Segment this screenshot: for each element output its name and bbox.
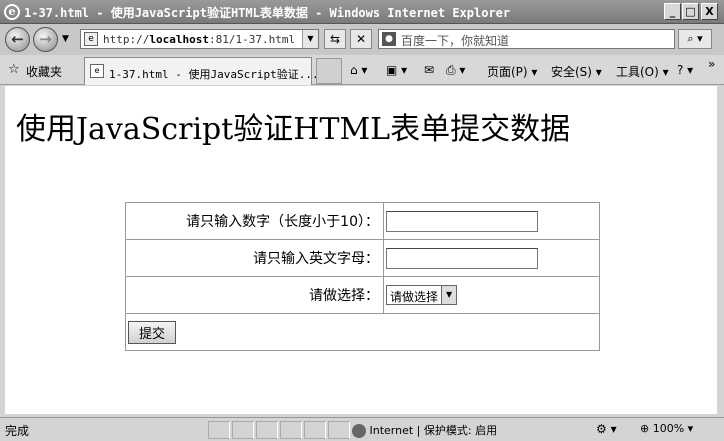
safety-menu[interactable]: 安全(S) ▾: [551, 63, 602, 80]
page-menu[interactable]: 页面(P) ▾: [487, 63, 537, 80]
chevron-down-icon[interactable]: ▼: [441, 286, 457, 304]
favorites-bar: ☆ 收藏夹 e 1-37.html - 使用JavaScript验证... ⌂ …: [0, 55, 724, 85]
page-content: 使用JavaScript验证HTML表单提交数据 请只输入数字（长度小于10）：…: [5, 86, 717, 414]
letters-label: 请只输入英文字母：: [125, 239, 384, 277]
mail-icon[interactable]: ✉: [424, 63, 434, 77]
refresh-icon[interactable]: ⇆: [324, 29, 346, 49]
status-segment: [208, 421, 230, 439]
favorites-button[interactable]: 收藏夹: [26, 63, 62, 80]
forward-arrow-icon[interactable]: →: [33, 27, 58, 52]
letters-input[interactable]: [386, 247, 538, 269]
home-icon[interactable]: ⌂ ▾: [350, 63, 367, 77]
security-settings-icon[interactable]: ⚙ ▾: [596, 422, 617, 436]
feed-icon[interactable]: ▣ ▾: [386, 63, 407, 77]
form-row-letters: 请只输入英文字母：: [125, 239, 600, 277]
page-title: 使用JavaScript验证HTML表单提交数据: [16, 112, 571, 147]
choice-select[interactable]: 请做选择 ▼: [386, 285, 458, 305]
baidu-icon: ●: [382, 32, 396, 46]
submit-button[interactable]: 提交: [128, 320, 177, 344]
close-button[interactable]: X: [701, 3, 718, 20]
number-input[interactable]: [386, 210, 538, 232]
back-arrow-icon[interactable]: ←: [5, 27, 30, 52]
address-toolbar: ← → ▼ e http://localhost:81/1-37.html ▼ …: [0, 24, 724, 55]
security-zone[interactable]: Internet | 保护模式: 启用: [352, 422, 497, 438]
status-segment: [232, 421, 254, 439]
form-row-number: 请只输入数字（长度小于10）：: [125, 202, 600, 240]
status-segment: [304, 421, 326, 439]
search-placeholder: 百度一下，你就知道: [401, 34, 510, 48]
help-icon[interactable]: ? ▾: [677, 63, 693, 77]
address-url[interactable]: http://localhost:81/1-37.html: [103, 33, 295, 46]
form-row-choice: 请做选择： 请做选择 ▼: [125, 276, 600, 314]
page-icon: e: [90, 64, 104, 78]
choice-label: 请做选择：: [125, 276, 384, 314]
zone-label: Internet | 保护模式: 启用: [369, 424, 498, 437]
window-title: 1-37.html - 使用JavaScript验证HTML表单数据 - Win…: [24, 6, 511, 20]
tab-current[interactable]: e 1-37.html - 使用JavaScript验证...: [84, 57, 319, 85]
zoom-level: 100%: [652, 422, 685, 435]
status-text: 完成: [5, 424, 30, 438]
search-input[interactable]: ● 百度一下，你就知道: [378, 29, 675, 49]
star-icon[interactable]: ☆: [8, 62, 20, 77]
page-icon: e: [84, 32, 98, 46]
globe-icon: [352, 424, 366, 438]
address-dropdown-icon[interactable]: ▼: [302, 30, 318, 48]
address-input[interactable]: e http://localhost:81/1-37.html ▼: [80, 29, 319, 49]
tab-label: 1-37.html - 使用JavaScript验证...: [109, 68, 319, 81]
search-icon[interactable]: ⌕ ▾: [678, 29, 712, 49]
tools-menu[interactable]: 工具(O) ▾: [616, 63, 669, 80]
stop-icon[interactable]: ✕: [350, 29, 372, 49]
status-bar: 完成 Internet | 保护模式: 启用 ⚙ ▾ ⊕ 100% ▾: [0, 417, 724, 441]
number-label: 请只输入数字（长度小于10）：: [125, 202, 384, 240]
status-segment: [256, 421, 278, 439]
new-tab-button[interactable]: [316, 58, 342, 84]
ie-logo-icon: e: [4, 4, 20, 20]
choice-selected: 请做选择: [390, 290, 439, 304]
form-row-submit: 提交: [125, 313, 600, 351]
history-dropdown-icon[interactable]: ▼: [62, 34, 69, 44]
title-bar: e 1-37.html - 使用JavaScript验证HTML表单数据 - W…: [0, 0, 724, 24]
maximize-button[interactable]: □: [682, 3, 699, 20]
zoom-control[interactable]: ⊕ 100% ▾: [640, 422, 693, 435]
zoom-icon: ⊕: [640, 422, 650, 435]
status-segment: [280, 421, 302, 439]
more-chevron-icon[interactable]: »: [708, 57, 715, 71]
print-icon[interactable]: ⎙ ▾: [446, 63, 465, 78]
form-table: 请只输入数字（长度小于10）： 请只输入英文字母： 请做选择： 请做选择 ▼ 提…: [125, 202, 600, 351]
minimize-button[interactable]: _: [664, 3, 681, 20]
status-segment: [328, 421, 350, 439]
